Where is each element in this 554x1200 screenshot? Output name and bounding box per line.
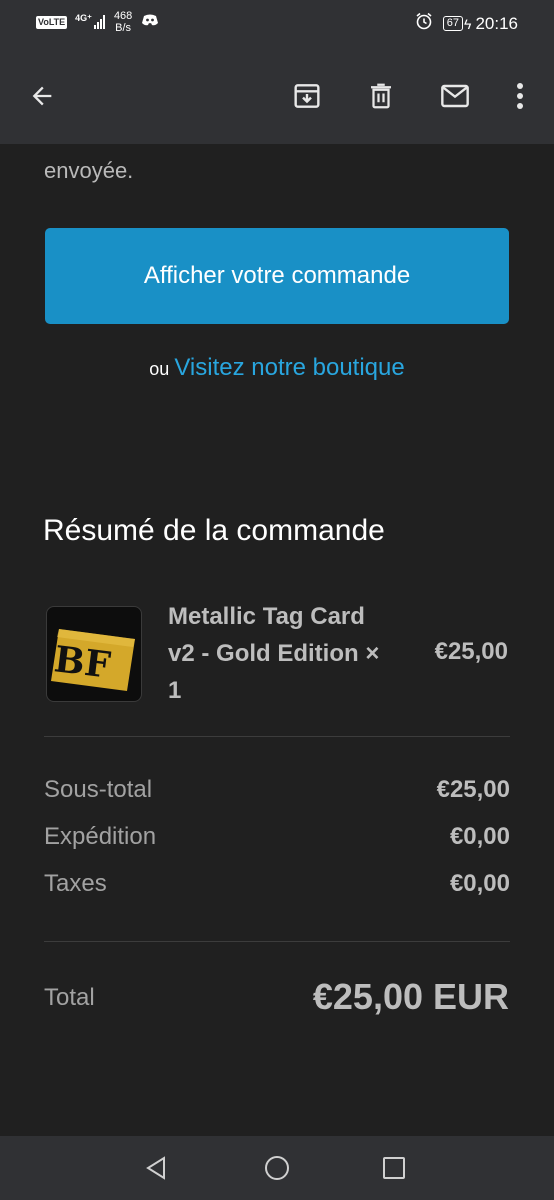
nav-back-icon[interactable] [141,1152,173,1184]
email-toolbar [0,48,554,144]
taxes-value: €0,00 [449,870,510,897]
archive-icon[interactable] [287,76,327,116]
mark-unread-icon[interactable] [435,76,475,116]
status-left: VoLTE 4G⁺ 468 B/s [36,10,159,34]
shipping-row: Expédition €0,00 [44,823,510,859]
product-price: €25,00 [434,638,508,665]
battery-icon: 67 [442,16,464,31]
signal-icon [93,15,106,29]
speed-unit: B/s [115,22,132,34]
or-text: ou [149,359,170,379]
clock: 20:16 [475,13,518,33]
status-right: 67 ϟ 20:16 [415,12,518,35]
delete-icon[interactable] [361,76,401,116]
discord-icon [142,13,159,31]
view-order-button[interactable]: Afficher votre commande [45,228,509,324]
total-value: €25,00 EUR [312,976,509,1017]
status-bar: VoLTE 4G⁺ 468 B/s 67 ϟ 20:16 [0,0,554,48]
nav-recents-icon[interactable] [378,1152,410,1184]
network-type: 4G⁺ [75,12,92,23]
network-speed: 468 B/s [114,10,132,34]
back-arrow-icon[interactable] [22,76,62,116]
subtotal-label: Sous-total [44,776,153,803]
shipping-label: Expédition [44,823,157,850]
more-options-icon[interactable] [500,76,540,116]
product-logo-text: BF [52,638,113,687]
order-summary-title: Résumé de la commande [43,514,385,547]
divider [44,941,510,942]
product-name: Metallic Tag Card v2 - Gold Edition × 1 [168,603,380,704]
total-label: Total [44,984,95,1011]
shop-line: ou Visitez notre boutique [0,354,554,382]
speed-value: 468 [113,10,133,22]
visit-shop-link[interactable]: Visitez notre boutique [174,354,404,381]
taxes-row: Taxes €0,00 [44,870,510,906]
system-nav-bar [0,1136,554,1200]
charging-icon: ϟ [464,15,472,32]
shipping-value: €0,00 [449,823,510,850]
volte-badge: VoLTE [36,15,68,29]
taxes-label: Taxes [44,870,107,897]
nav-home-icon[interactable] [261,1152,293,1184]
subtotal-row: Sous-total €25,00 [44,776,510,812]
divider [44,736,510,737]
product-thumbnail[interactable]: BF [46,606,142,702]
email-body: envoyée. Afficher votre commande ou Visi… [0,144,554,1136]
subtotal-value: €25,00 [436,776,510,803]
partial-text: envoyée. [44,158,134,183]
alarm-icon [415,12,433,35]
